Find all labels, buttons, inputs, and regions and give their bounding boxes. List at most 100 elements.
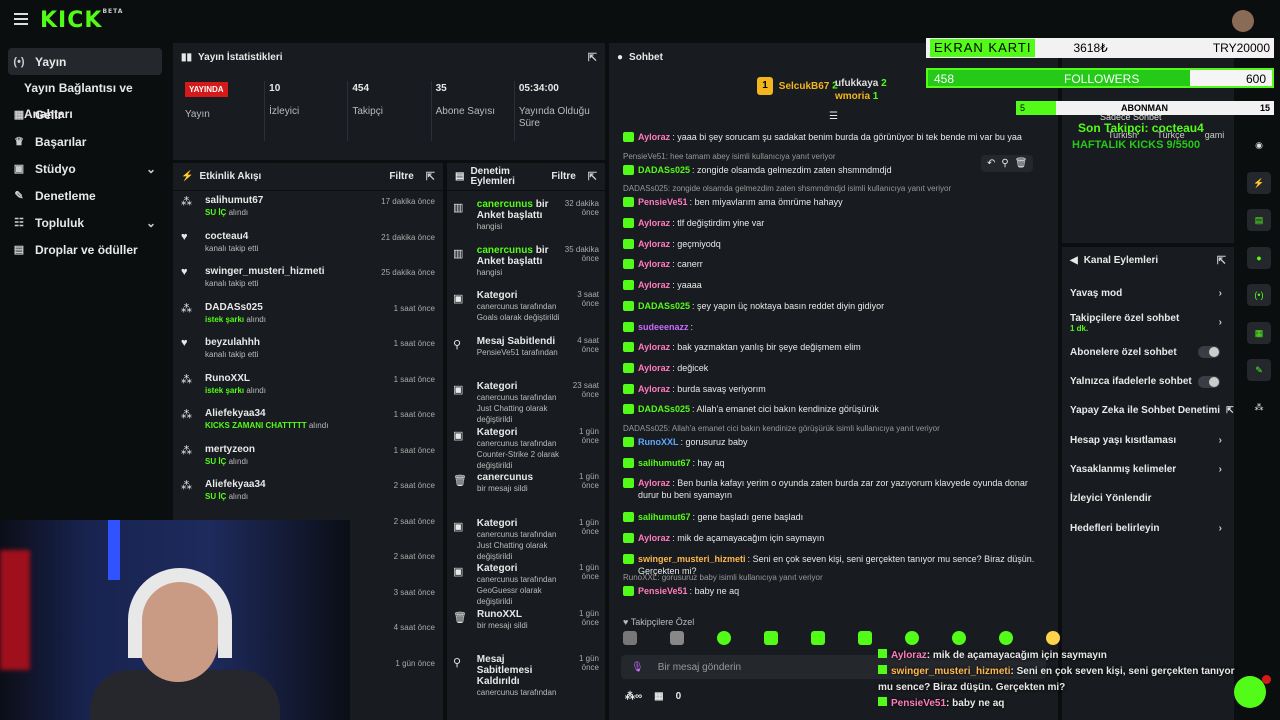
list-icon[interactable]: ▤ (1247, 209, 1271, 231)
emote-icon[interactable] (952, 631, 966, 645)
toggle-switch[interactable] (1198, 346, 1220, 359)
mic-icon[interactable]: 🎙 (631, 662, 644, 673)
activity-item[interactable]: ⁂ salihumut67 SU İÇ alındı 17 dakika önc… (173, 191, 443, 227)
chat-username[interactable]: sudeeenazz (638, 322, 689, 332)
support-button[interactable] (1234, 676, 1266, 708)
moderation-item[interactable]: ▣ Kategori canercunus tarafından GeoGues… (447, 563, 605, 609)
chat-message[interactable]: RunoXXL: gorusuruz baby (623, 436, 1048, 457)
chat-message[interactable]: Ayloraz: canerr (623, 258, 1048, 279)
activity-user[interactable]: DADASs025 (205, 302, 266, 313)
sidebar-item-yayin[interactable]: (•) Yayın (8, 48, 162, 75)
chat-bubble-icon[interactable]: ● (1247, 247, 1271, 269)
activity-user[interactable]: beyzulahhh (205, 337, 260, 348)
wrench-icon[interactable]: ✎ (1247, 359, 1271, 381)
chat-message[interactable]: DADASs025: şey yapın üç noktaya basın re… (623, 300, 1048, 321)
chat-username[interactable]: Ayloraz (638, 280, 670, 290)
pin-toggle-icon[interactable]: ☰ (829, 111, 838, 122)
leader-name[interactable]: SelcukB67 (779, 81, 830, 92)
kick-logo[interactable]: KICKBETA (40, 8, 123, 33)
chat-message[interactable]: Ayloraz: değicek (623, 362, 1048, 383)
chat-username[interactable]: Ayloraz (638, 132, 670, 142)
chat-username[interactable]: Ayloraz (638, 478, 670, 488)
emote-icon[interactable] (1046, 631, 1060, 645)
chat-username[interactable]: DADASs025 (638, 301, 690, 311)
leader-name[interactable]: ufukkaya (835, 78, 878, 89)
channel-action-item[interactable]: Abonelere özel sohbet (1062, 338, 1234, 367)
activity-user[interactable]: salihumut67 (205, 195, 263, 206)
chat-message[interactable]: DADASs025: Allah'a emanet cici bakın ken… (623, 403, 1048, 424)
chat-username[interactable]: Ayloraz (638, 342, 670, 352)
activity-user[interactable]: mertyzeon (205, 444, 255, 455)
moderation-item[interactable]: ▣ Kategori canercunus tarafından Just Ch… (447, 518, 605, 564)
channel-action-item[interactable]: Hedefleri belirleyin › (1062, 513, 1234, 542)
activity-item[interactable]: ⁂ mertyzeon SU İÇ alındı 1 saat önce (173, 440, 443, 476)
sidebar-item-stream-key[interactable]: Yayın Bağlantısı ve Anahtarı (0, 75, 170, 121)
popout-icon[interactable]: ⇱ (1217, 254, 1226, 267)
chat-message[interactable]: Ayloraz: geçmiyodq (623, 238, 1048, 259)
channel-action-item[interactable]: Yasaklanmış kelimeler › (1062, 455, 1234, 484)
activity-item[interactable]: ♥ beyzulahhh kanalı takip etti 1 saat ön… (173, 333, 443, 369)
chat-message[interactable]: DADASs025: zongide olsamda gelmezdim zat… (623, 164, 1048, 185)
popout-icon[interactable]: ⇱ (426, 170, 435, 183)
emote-icon[interactable] (670, 631, 684, 645)
chat-message[interactable]: Ayloraz: yaaaa (623, 279, 1048, 300)
emote-icon[interactable] (717, 631, 731, 645)
moderation-item[interactable]: ▣ Kategori canercunus tarafından Counter… (447, 427, 605, 473)
emote-icon[interactable] (764, 631, 778, 645)
chat-username[interactable]: salihumut67 (638, 512, 691, 522)
dashboard-icon[interactable]: ▦ (1247, 322, 1271, 344)
leader-name[interactable]: wmoria (835, 91, 870, 102)
chat-message[interactable]: PensieVe51: ben miyavlarım ama ömrüme ha… (623, 196, 1048, 217)
chat-username[interactable]: RunoXXL (638, 437, 679, 447)
chat-username[interactable]: DADASs025 (638, 404, 690, 414)
emote-icon[interactable] (623, 631, 637, 645)
broadcast-icon[interactable]: (•) (1247, 284, 1271, 306)
chat-username[interactable]: PensieVe51 (638, 586, 688, 596)
chat-username[interactable]: swinger_musteri_hizmeti (638, 554, 746, 564)
community-icon[interactable]: ⁂ (1247, 396, 1271, 418)
channel-action-item[interactable]: Yalnızca ifadelerle sohbet (1062, 367, 1234, 396)
chat-username[interactable]: Ayloraz (638, 239, 670, 249)
chat-username[interactable]: Ayloraz (638, 363, 670, 373)
emote-icon[interactable] (905, 631, 919, 645)
moderation-item[interactable]: ⚲ Mesaj Sabitlemesi Kaldırıldı canercunu… (447, 654, 605, 700)
emote-icon[interactable] (811, 631, 825, 645)
chat-message[interactable]: PensieVe51: baby ne aq (623, 585, 1048, 606)
chat-username[interactable]: Ayloraz (638, 259, 670, 269)
sidebar-item-basarilar[interactable]: ♛ Başarılar (0, 128, 170, 155)
sidebar-item-droplar[interactable]: ▤ Droplar ve ödüller (0, 236, 170, 263)
gift-box-icon[interactable]: ▦ (654, 691, 663, 702)
chat-username[interactable]: Ayloraz (638, 218, 670, 228)
chat-message[interactable]: Ayloraz: mik de açamayacağım için saymay… (623, 532, 1048, 553)
popout-icon[interactable]: ⇱ (588, 170, 597, 183)
chat-message[interactable]: Ayloraz: burda savaş veriyorım (623, 383, 1048, 404)
toggle-switch[interactable] (1198, 375, 1220, 388)
sidebar-item-topluluk[interactable]: ☷ Topluluk ⌄ (0, 209, 170, 236)
chat-username[interactable]: salihumut67 (638, 458, 691, 468)
moderation-item[interactable]: ▣ Kategori canercunus tarafından Goals o… (447, 290, 605, 336)
sidebar-item-denetleme[interactable]: ✎ Denetleme (0, 182, 170, 209)
activity-item[interactable]: ♥ cocteau4 kanalı takip etti 21 dakika ö… (173, 227, 443, 263)
activity-user[interactable]: Aliefekyaa34 (205, 479, 266, 490)
chat-message[interactable]: salihumut67: hay aq (623, 457, 1048, 478)
chat-username[interactable]: Ayloraz (638, 384, 670, 394)
chat-message[interactable]: Ayloraz: bak yazmaktan yanlış bir şeye d… (623, 341, 1048, 362)
activity-user[interactable]: RunoXXL (205, 373, 266, 384)
channel-action-item[interactable]: Hesap yaşı kısıtlaması › (1062, 425, 1234, 454)
activity-user[interactable]: cocteau4 (205, 231, 258, 242)
activity-item[interactable]: ⁂ RunoXXL istek şarkı alındı 1 saat önce (173, 369, 443, 405)
chat-username[interactable]: Ayloraz (638, 533, 670, 543)
chat-message[interactable]: Ayloraz: tlf değiştirdim yine var (623, 217, 1048, 238)
activity-item[interactable]: ⁂ Aliefekyaa34 SU İÇ alındı 2 saat önce (173, 475, 443, 511)
moderation-item[interactable]: ▣ Kategori canercunus tarafından Just Ch… (447, 381, 605, 427)
channel-action-item[interactable]: Yavaş mod › (1062, 279, 1234, 308)
chat-message[interactable]: salihumut67: gene başladı gene başladı (623, 511, 1048, 532)
filter-button[interactable]: Filtre (389, 171, 413, 182)
sidebar-item-studyo[interactable]: ▣ Stüdyo ⌄ (0, 155, 170, 182)
activity-item[interactable]: ⁂ Aliefekyaa34 KICKS ZAMANI CHATTTTT alı… (173, 404, 443, 440)
chat-username[interactable]: PensieVe51 (638, 197, 688, 207)
chat-username[interactable]: DADASs025 (638, 165, 690, 175)
activity-item[interactable]: ♥ swinger_musteri_hizmeti kanalı takip e… (173, 262, 443, 298)
channel-action-item[interactable]: Yapay Zeka ile Sohbet Denetimi ⇱ (1062, 396, 1234, 425)
channel-action-item[interactable]: İzleyici Yönlendir (1062, 484, 1234, 513)
